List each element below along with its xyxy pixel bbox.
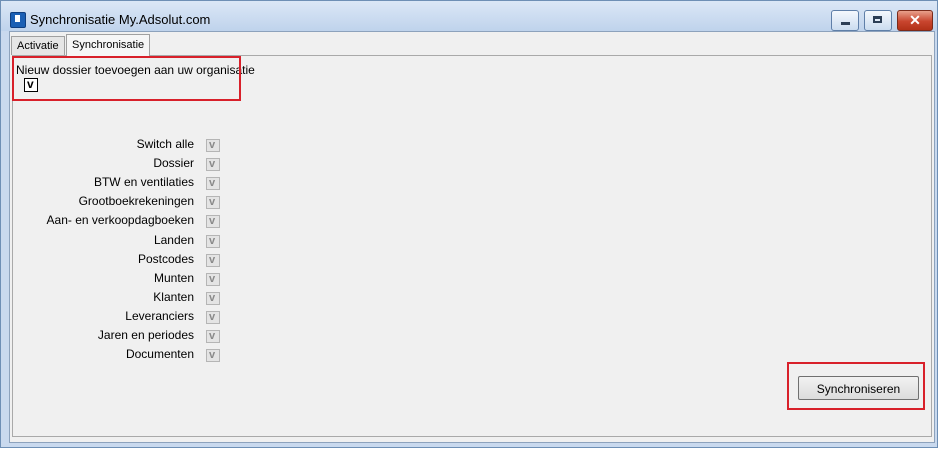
highlight-synchronize [787, 362, 925, 410]
sync-option-checkbox[interactable]: v [206, 215, 220, 228]
sync-option-checkbox[interactable]: v [206, 177, 220, 190]
checkmark-icon: v [209, 349, 216, 361]
sync-option-checkbox[interactable]: v [206, 349, 220, 362]
title-bar[interactable]: Synchronisatie My.Adsolut.com ✕ [1, 1, 937, 31]
checkmark-icon: v [209, 177, 216, 189]
sync-option-label: Jaren en periodes [97, 328, 194, 342]
client-area: Activatie Synchronisatie Nieuw dossier t… [9, 31, 935, 443]
sync-option-label: Landen [153, 233, 194, 247]
checkmark-icon: v [209, 311, 216, 323]
app-window: Synchronisatie My.Adsolut.com ✕ Activati… [0, 0, 938, 448]
sync-option-checkbox[interactable]: v [206, 235, 220, 248]
sync-option-checkbox[interactable]: v [206, 292, 220, 305]
sync-option-checkbox[interactable]: v [206, 139, 220, 152]
sync-option-checkbox[interactable]: v [206, 311, 220, 324]
maximize-icon [873, 16, 882, 23]
app-icon [10, 12, 26, 28]
checkmark-icon: v [209, 158, 216, 170]
close-icon: ✕ [909, 12, 921, 28]
checkmark-icon: v [209, 235, 216, 247]
sync-option-label: Munten [153, 271, 194, 285]
minimize-icon [841, 22, 850, 25]
checkmark-icon: v [209, 292, 216, 304]
sync-option-checkbox[interactable]: v [206, 330, 220, 343]
sync-option-label: BTW en ventilaties [93, 175, 194, 189]
checkmark-icon: v [209, 273, 216, 285]
sync-option-label: Switch alle [136, 137, 194, 151]
checkmark-icon: v [209, 254, 216, 266]
sync-option-label: Aan- en verkoopdagboeken [46, 213, 194, 227]
checkmark-icon: v [209, 196, 216, 208]
minimize-button[interactable] [831, 10, 859, 31]
sync-option-label: Documenten [125, 347, 194, 361]
sync-option-checkbox[interactable]: v [206, 254, 220, 267]
tab-synchronisatie[interactable]: Synchronisatie [66, 34, 151, 56]
sync-option-checkbox[interactable]: v [206, 196, 220, 209]
sync-option-checkbox[interactable]: v [206, 158, 220, 171]
sync-option-label: Postcodes [137, 252, 194, 266]
close-button[interactable]: ✕ [897, 10, 933, 31]
sync-option-label: Grootboekrekeningen [78, 194, 194, 208]
sync-option-label: Klanten [153, 290, 194, 304]
highlight-new-dossier [12, 56, 241, 101]
sync-option-checkbox[interactable]: v [206, 273, 220, 286]
checkmark-icon: v [209, 215, 216, 227]
sync-option-label: Leveranciers [125, 309, 194, 323]
maximize-button[interactable] [864, 10, 892, 31]
tab-activatie[interactable]: Activatie [11, 36, 65, 55]
checkmark-icon: v [209, 330, 216, 342]
window-title: Synchronisatie My.Adsolut.com [30, 12, 211, 27]
checkmark-icon: v [209, 139, 216, 151]
sync-option-label: Dossier [153, 156, 194, 170]
